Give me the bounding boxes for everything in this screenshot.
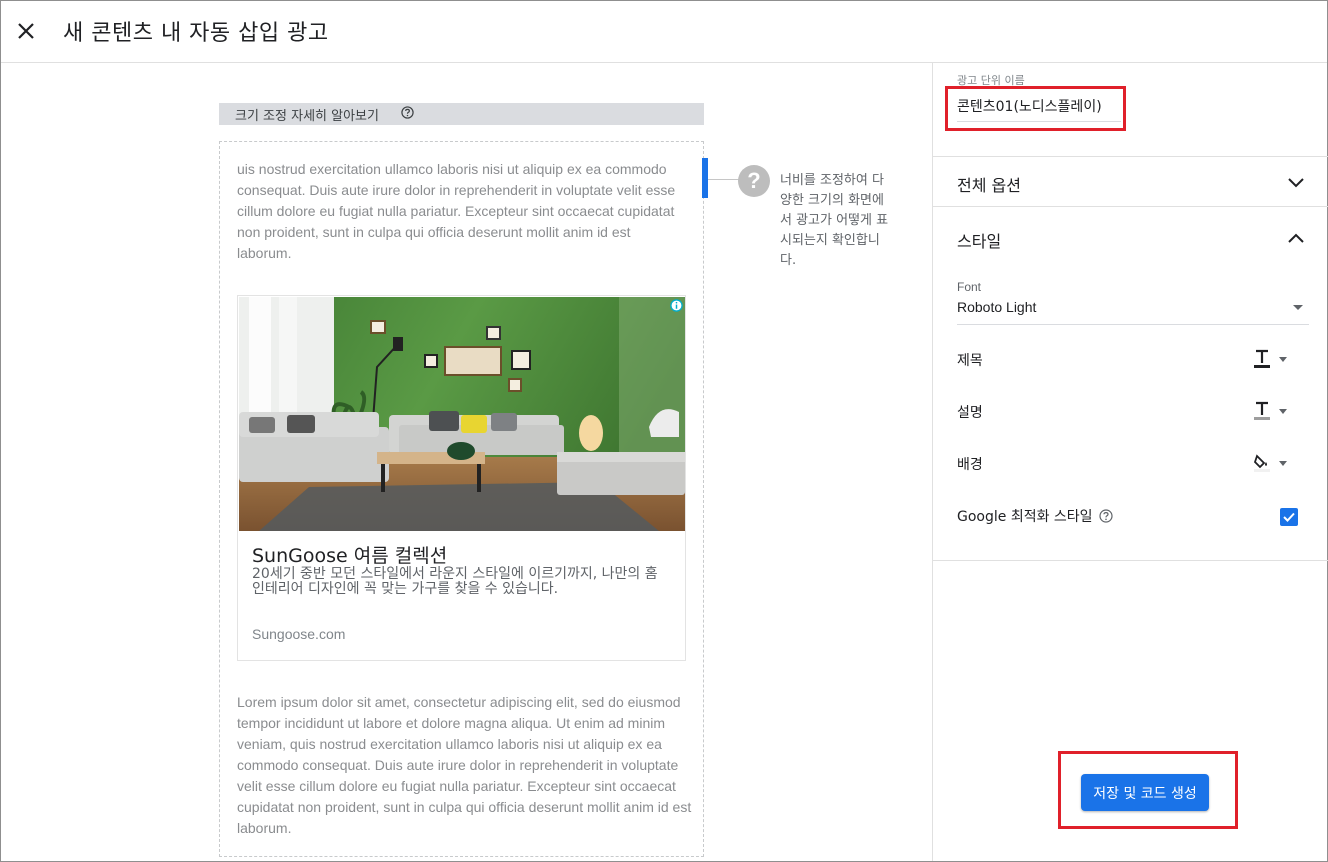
resize-drag-handle[interactable] xyxy=(702,158,708,198)
settings-sidebar: 광고 단위 이름 콘텐츠01(노디스플레이) 전체 옵션 스타일 Font Ro… xyxy=(932,63,1328,861)
question-icon: ? xyxy=(738,165,770,197)
close-icon[interactable] xyxy=(11,16,41,46)
divider xyxy=(933,560,1328,561)
chevron-down-icon[interactable] xyxy=(1285,171,1307,193)
font-label: Font xyxy=(957,280,982,294)
native-ad-card[interactable]: SunGoose 여름 컬렉션 20세기 중반 모던 스타일에서 라운지 스타일… xyxy=(237,295,686,661)
description-color-picker[interactable] xyxy=(1253,399,1297,423)
dropdown-arrow-icon xyxy=(1279,408,1287,414)
style-section-header[interactable]: 스타일 xyxy=(957,228,1001,252)
help-icon[interactable] xyxy=(1098,509,1113,523)
google-optimized-label: Google 최적화 스타일 xyxy=(957,509,1093,525)
ad-url[interactable]: Sungoose.com xyxy=(252,626,345,642)
background-style-label: 배경 xyxy=(957,457,983,473)
checkmark-icon xyxy=(1283,512,1295,522)
input-underline xyxy=(957,121,1121,122)
text-color-icon xyxy=(1254,349,1270,368)
dialog-header: 새 콘텐츠 내 자동 삽입 광고 xyxy=(1,1,1327,63)
ad-unit-name-label: 광고 단위 이름 xyxy=(957,74,1025,87)
dropdown-arrow-icon xyxy=(1279,460,1287,466)
background-color-picker[interactable] xyxy=(1253,451,1297,475)
help-icon[interactable] xyxy=(401,105,414,123)
chevron-up-icon[interactable] xyxy=(1285,227,1307,249)
placeholder-text-top: uis nostrud exercitation ullamco laboris… xyxy=(237,161,676,261)
general-options-header[interactable]: 전체 옵션 xyxy=(957,172,1021,196)
divider xyxy=(933,156,1328,157)
adchoices-icon[interactable] xyxy=(670,299,683,317)
resize-info-bar: 크기 조정 자세히 알아보기 xyxy=(219,103,704,125)
save-and-generate-code-button[interactable]: 저장 및 코드 생성 xyxy=(1081,774,1209,811)
font-select-value: Roboto Light xyxy=(957,299,1037,315)
hint-connector-line xyxy=(708,179,740,180)
dropdown-arrow-icon xyxy=(1293,305,1303,310)
ad-description: 20세기 중반 모던 스타일에서 라운지 스타일에 이르기까지, 나만의 홈 인… xyxy=(252,566,658,597)
resize-hint-text: 너비를 조정하여 다양한 크기의 화면에서 광고가 어떻게 표시되는지 확인합니… xyxy=(780,173,889,268)
font-select[interactable]: Roboto Light xyxy=(957,299,1309,325)
text-color-icon xyxy=(1254,401,1270,420)
description-style-label: 설명 xyxy=(957,405,983,421)
title-color-picker[interactable] xyxy=(1253,347,1297,371)
title-style-label: 제목 xyxy=(957,353,983,369)
dropdown-arrow-icon xyxy=(1279,356,1287,362)
divider xyxy=(933,206,1328,207)
ad-unit-name-input[interactable]: 콘텐츠01(노디스플레이) xyxy=(957,96,1102,116)
ad-image xyxy=(239,297,685,531)
placeholder-text-bottom: Lorem ipsum dolor sit amet, consectetur … xyxy=(237,694,692,836)
google-optimized-row: Google 최적화 스타일 xyxy=(957,506,1113,526)
ad-preview-area: 크기 조정 자세히 알아보기 uis nostrud exercitation … xyxy=(1,63,932,861)
paint-bucket-icon xyxy=(1253,454,1270,472)
google-optimized-checkbox[interactable] xyxy=(1280,508,1298,526)
ad-title[interactable]: SunGoose 여름 컬렉션 xyxy=(252,541,447,568)
page-title: 새 콘텐츠 내 자동 삽입 광고 xyxy=(63,21,329,46)
resize-learn-more-link[interactable]: 크기 조정 자세히 알아보기 xyxy=(235,105,379,124)
